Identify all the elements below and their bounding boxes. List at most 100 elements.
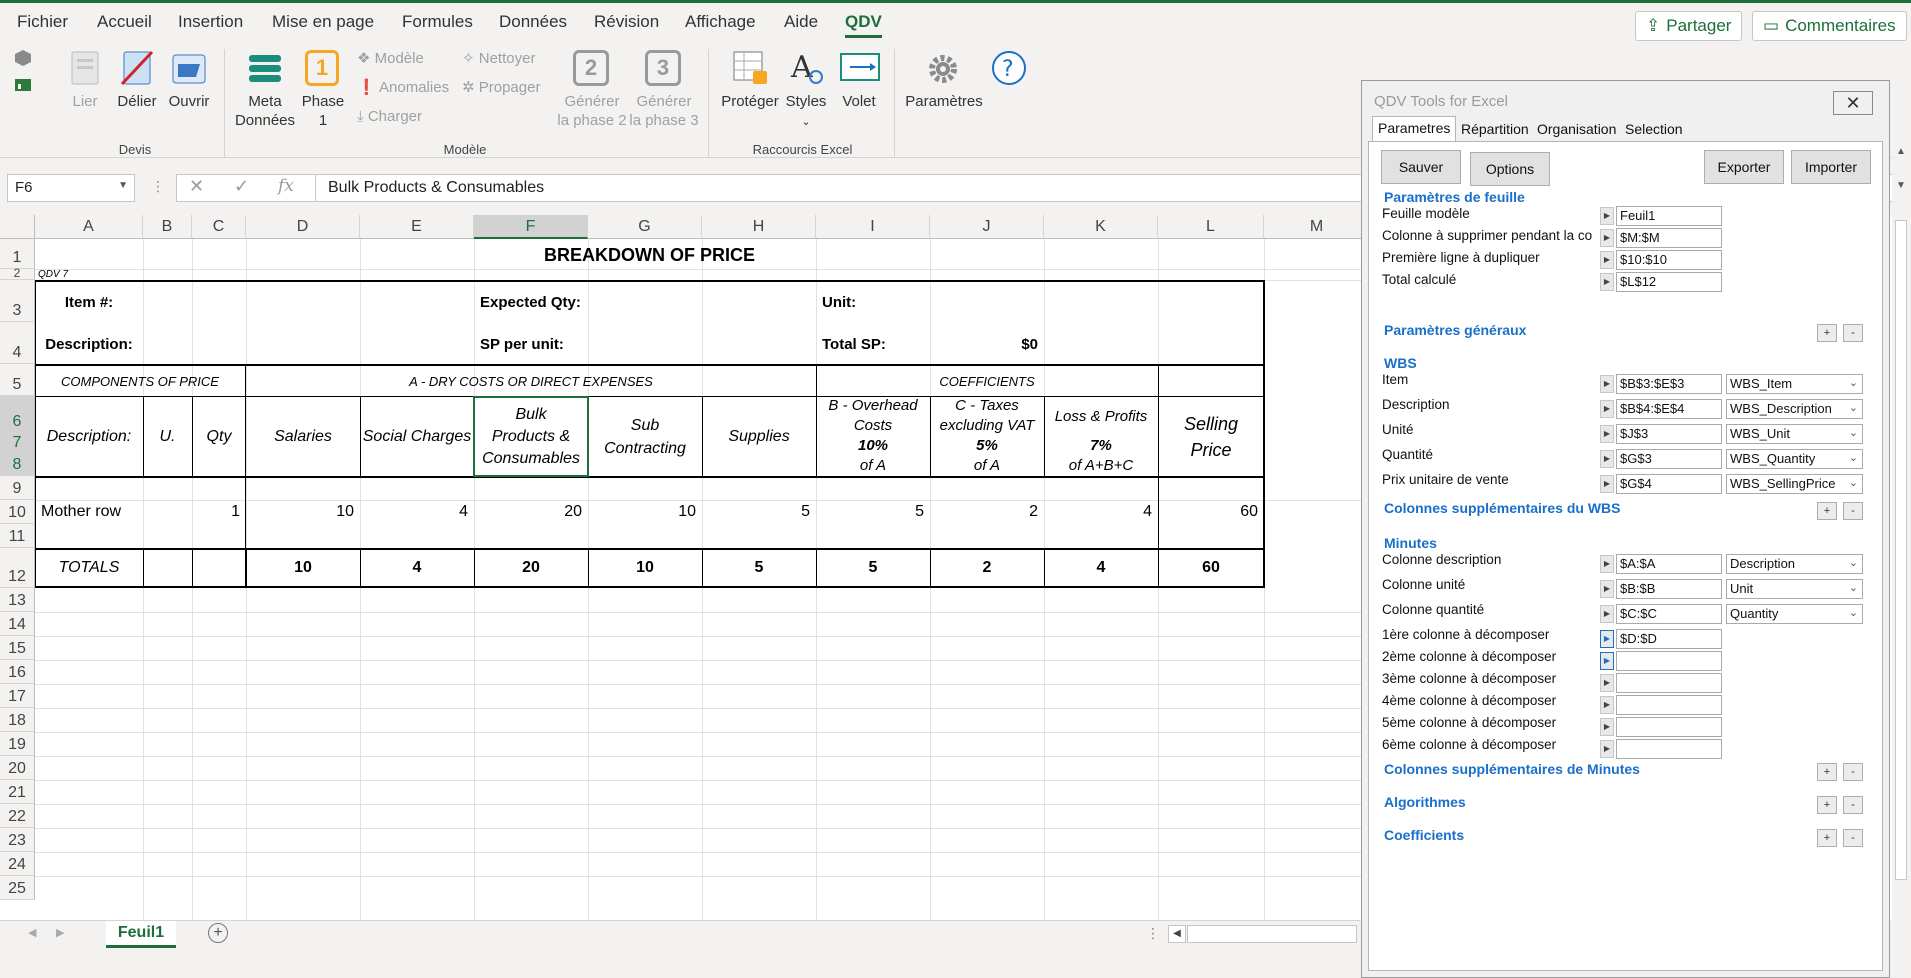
chevron-right-icon[interactable]: ▶ xyxy=(1600,718,1614,736)
wbs-quantite-input[interactable]: $G$3 xyxy=(1616,449,1722,469)
mother-row-qty[interactable]: 1 xyxy=(192,500,246,524)
expand-button[interactable]: + xyxy=(1817,502,1837,520)
section-colonnes-minutes[interactable]: Colonnes supplémentaires de Minutes xyxy=(1384,761,1640,777)
generer-phase3-button[interactable]: Générer la phase 3 xyxy=(624,92,704,130)
collapse-button[interactable]: - xyxy=(1843,796,1863,814)
column-header[interactable]: E xyxy=(360,215,474,239)
generer-phase2-button[interactable]: Générer la phase 2 xyxy=(552,92,632,130)
decompose-col-4-input[interactable] xyxy=(1616,695,1722,715)
phase1-button[interactable]: Phase 1 xyxy=(300,92,346,130)
totals-bulk[interactable]: 20 xyxy=(474,550,588,586)
chevron-right-icon[interactable]: ▶ xyxy=(1600,605,1614,623)
total-calcule-input[interactable]: $L$12 xyxy=(1616,272,1722,292)
mother-row-social[interactable]: 4 xyxy=(360,500,474,524)
row-header[interactable]: 5 xyxy=(0,364,35,396)
row-header[interactable]: 21 xyxy=(0,780,35,804)
column-header[interactable]: A xyxy=(35,215,143,239)
menu-accueil[interactable]: Accueil xyxy=(97,12,152,32)
menu-donnees[interactable]: Données xyxy=(499,12,567,32)
wbs-unite-dropdown[interactable]: WBS_Unit ⌄ xyxy=(1726,424,1863,444)
totals-supplies[interactable]: 5 xyxy=(702,550,816,586)
mother-row-sub[interactable]: 10 xyxy=(588,500,702,524)
scroll-left-icon[interactable]: ◀ xyxy=(28,926,36,939)
menu-mise-en-page[interactable]: Mise en page xyxy=(272,12,374,32)
column-header[interactable]: B xyxy=(143,215,192,239)
importer-button[interactable]: Importer xyxy=(1791,150,1871,184)
charger-button[interactable]: ⤓ Charger xyxy=(357,107,422,126)
decompose-col-5-input[interactable] xyxy=(1616,717,1722,737)
scroll-down-icon[interactable]: ▼ xyxy=(1896,180,1906,191)
wbs-prix-input[interactable]: $G$4 xyxy=(1616,474,1722,494)
link-icon[interactable] xyxy=(66,49,104,87)
totals-salaries[interactable]: 10 xyxy=(246,550,360,586)
column-header[interactable]: K xyxy=(1044,215,1158,239)
menu-qdv[interactable]: QDV xyxy=(845,12,882,38)
mother-row-taxes[interactable]: 2 xyxy=(930,500,1044,524)
sheet-tab-feuil1[interactable]: Feuil1 xyxy=(106,921,176,948)
menu-insertion[interactable]: Insertion xyxy=(178,12,243,32)
row-header[interactable]: 9 xyxy=(0,476,35,500)
comments-button[interactable]: ▭ Commentaires xyxy=(1752,11,1907,41)
cancel-icon[interactable]: ✕ xyxy=(189,176,204,197)
collapse-button[interactable]: - xyxy=(1843,763,1863,781)
minutes-unite-dropdown[interactable]: Unit ⌄ xyxy=(1726,579,1863,599)
mother-row-loss[interactable]: 4 xyxy=(1044,500,1158,524)
totals-loss[interactable]: 4 xyxy=(1044,550,1158,586)
column-header[interactable]: L xyxy=(1158,215,1264,239)
row-header[interactable]: 19 xyxy=(0,732,35,756)
parametres-button[interactable]: Paramètres xyxy=(903,92,985,111)
folder-open-icon[interactable] xyxy=(170,49,208,87)
tab-selection[interactable]: Selection xyxy=(1620,118,1688,142)
vertical-scrollbar[interactable]: ▲ ▼ xyxy=(1892,140,1911,920)
mother-row-selling[interactable]: 60 xyxy=(1158,500,1264,524)
phase1-icon[interactable]: 1 xyxy=(305,50,339,86)
row-header[interactable]: 7 xyxy=(0,433,35,454)
protect-sheet-icon[interactable] xyxy=(731,49,769,87)
expand-button[interactable]: + xyxy=(1817,324,1837,342)
chevron-right-icon[interactable]: ▶ xyxy=(1600,475,1614,493)
scroll-right-icon[interactable]: ▶ xyxy=(56,926,64,939)
expand-button[interactable]: + xyxy=(1817,796,1837,814)
section-algorithmes[interactable]: Algorithmes xyxy=(1384,794,1466,810)
section-parametres-feuille[interactable]: Paramètres de feuille xyxy=(1384,189,1525,205)
menu-formules[interactable]: Formules xyxy=(402,12,473,32)
totals-sub[interactable]: 10 xyxy=(588,550,702,586)
minutes-quantite-input[interactable]: $C:$C xyxy=(1616,604,1722,624)
minutes-description-dropdown[interactable]: Description ⌄ xyxy=(1726,554,1863,574)
options-button[interactable]: Options xyxy=(1470,152,1550,186)
ouvrir-button[interactable]: Ouvrir xyxy=(165,92,213,111)
row-header[interactable]: 2 xyxy=(0,267,35,280)
section-wbs[interactable]: WBS xyxy=(1384,355,1417,371)
column-header[interactable]: M xyxy=(1264,215,1370,239)
phase2-icon[interactable]: 2 xyxy=(573,50,609,86)
row-header[interactable]: 25 xyxy=(0,876,35,900)
mother-row-supplies[interactable]: 5 xyxy=(702,500,816,524)
select-all-corner[interactable] xyxy=(0,215,35,239)
row-header[interactable]: 12 xyxy=(0,548,35,588)
delier-button[interactable]: Délier xyxy=(115,92,159,111)
exporter-button[interactable]: Exporter xyxy=(1704,150,1784,184)
column-header[interactable]: C xyxy=(192,215,246,239)
propager-button[interactable]: ✲ Propager xyxy=(462,78,540,97)
chevron-right-icon[interactable]: ▶ xyxy=(1600,207,1614,225)
pane-icon[interactable] xyxy=(840,53,880,83)
wbs-prix-dropdown[interactable]: WBS_SellingPrice ⌄ xyxy=(1726,474,1863,494)
row-header[interactable]: 13 xyxy=(0,588,35,612)
share-button[interactable]: ⇪ Partager xyxy=(1635,11,1743,41)
wbs-item-input[interactable]: $B$3:$E$3 xyxy=(1616,374,1722,394)
wbs-unite-input[interactable]: $J$3 xyxy=(1616,424,1722,444)
col-bulk-products-header[interactable]: Bulk Products & Consumables xyxy=(474,397,588,476)
column-header[interactable]: J xyxy=(930,215,1044,239)
row-header[interactable]: 6 xyxy=(0,396,35,433)
styles-icon[interactable]: A xyxy=(789,47,827,87)
chevron-right-icon[interactable]: ▶ xyxy=(1600,696,1614,714)
chevron-right-icon[interactable]: ▶ xyxy=(1600,375,1614,393)
row-header[interactable]: 8 xyxy=(0,454,35,476)
row-header[interactable]: 11 xyxy=(0,524,35,548)
totals-overhead[interactable]: 5 xyxy=(816,550,930,586)
tab-organisation[interactable]: Organisation xyxy=(1532,118,1621,142)
anomalies-button[interactable]: ❗ Anomalies xyxy=(357,78,449,97)
chevron-right-icon[interactable]: ▶ xyxy=(1600,400,1614,418)
wbs-description-input[interactable]: $B$4:$E$4 xyxy=(1616,399,1722,419)
column-header[interactable]: D xyxy=(246,215,360,239)
